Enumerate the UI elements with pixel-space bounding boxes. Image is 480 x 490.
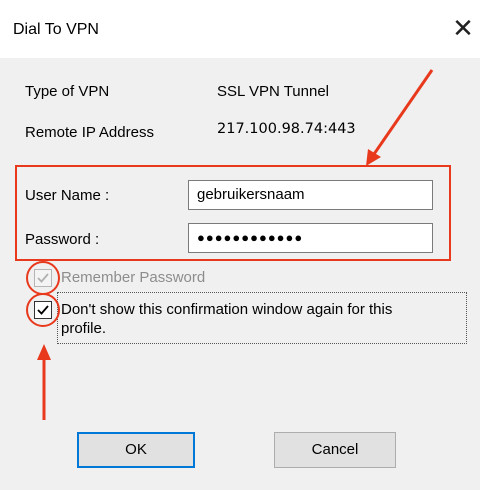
arrow-to-checkbox-icon	[37, 344, 51, 420]
annotation-arrows	[37, 69, 434, 420]
arrow-to-credentials-icon	[366, 69, 434, 166]
